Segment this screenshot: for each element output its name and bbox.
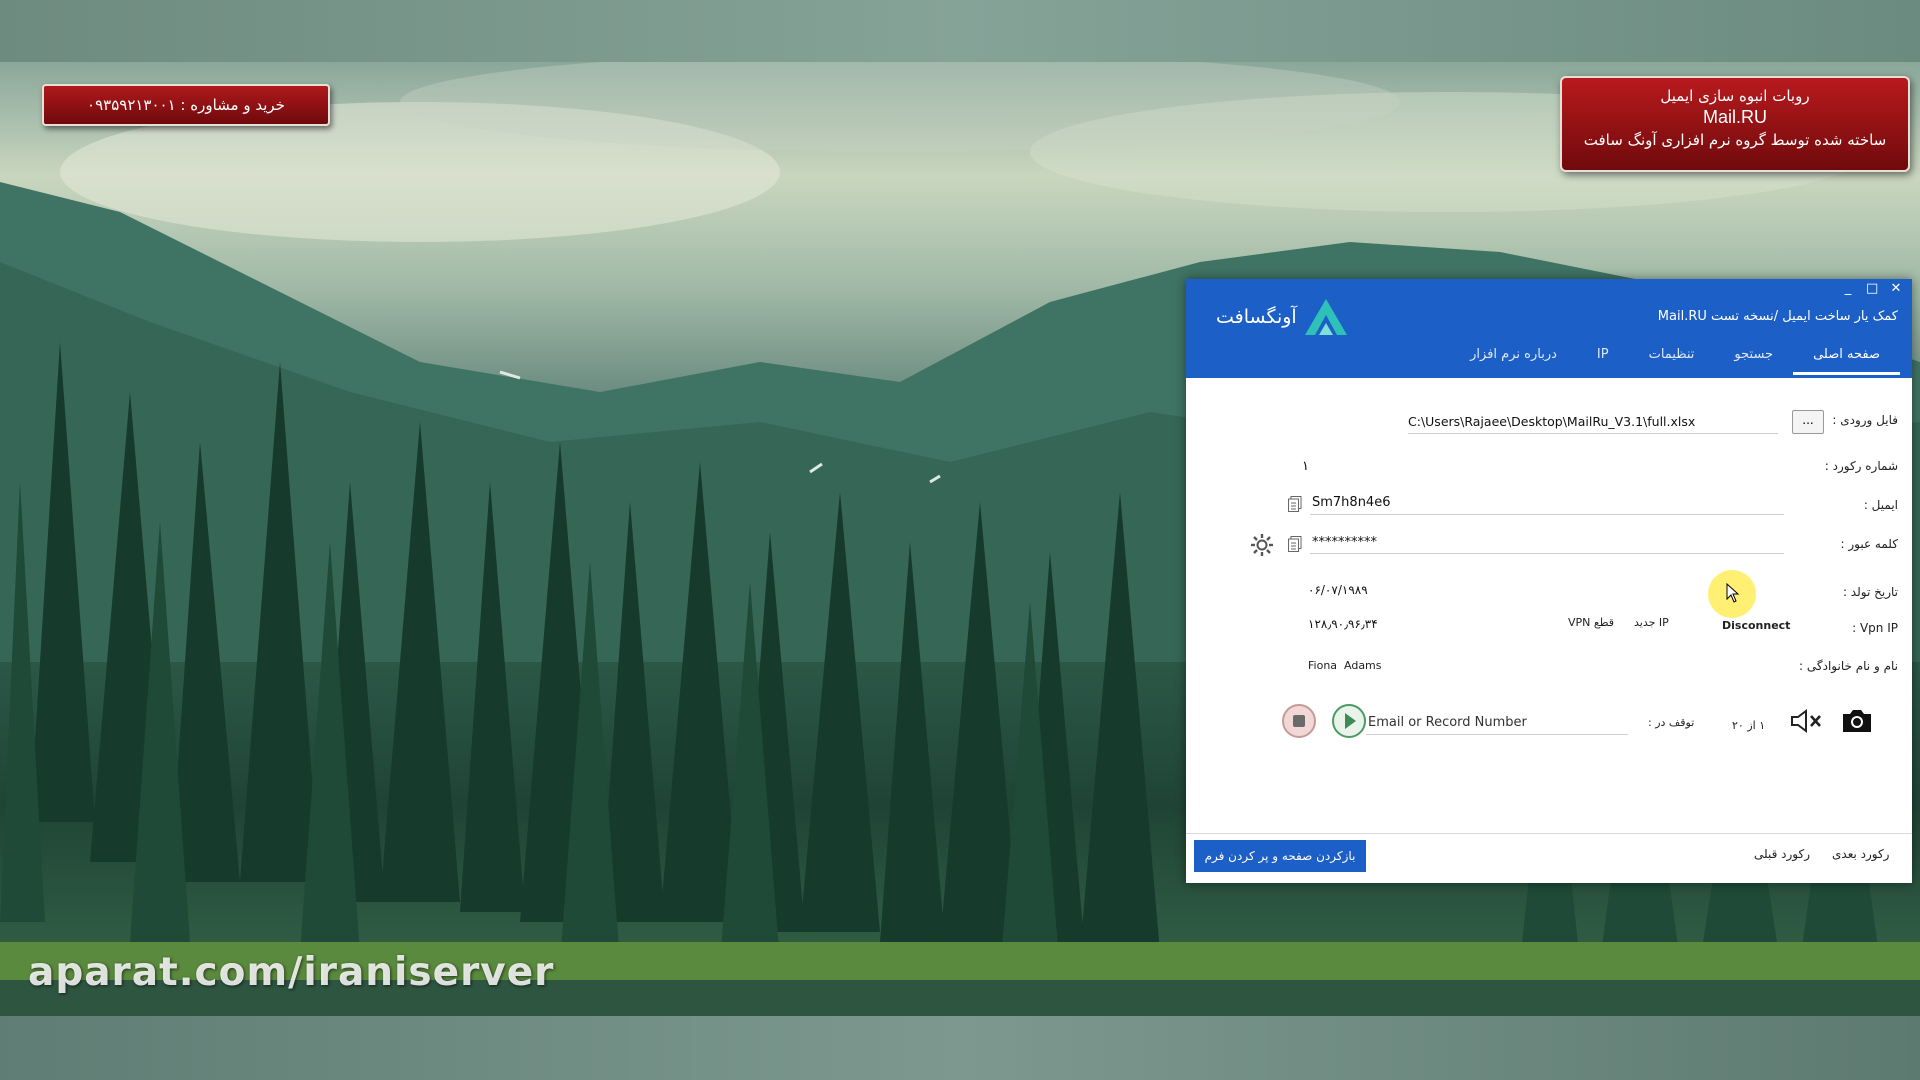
- browse-button[interactable]: ...: [1792, 410, 1824, 434]
- birth-date-value: ۰۶/۰۷/۱۹۸۹: [1308, 583, 1368, 597]
- input-file-path[interactable]: C:\Users\Rajaee\Desktop\MailRu_V3.1\full…: [1408, 414, 1695, 429]
- banner-line-3: ساخته شده توسط گروه نرم افزاری آونگ سافت: [1583, 131, 1887, 149]
- tab-settings[interactable]: تنظیمات: [1629, 341, 1715, 375]
- copy-email-icon[interactable]: [1288, 496, 1302, 512]
- app-window: _ □ ✕ آونگسافت کمک یار ساخت ایمیل /نسخه …: [1186, 279, 1912, 883]
- next-record-button[interactable]: رکورد بعدی: [1832, 847, 1889, 861]
- tab-bar: صفحه اصلی جستجو تنظیمات IP درباره نرم اف…: [1450, 341, 1900, 375]
- minimize-button[interactable]: _: [1842, 281, 1854, 296]
- full-name-label: نام و نام خانوادگی :: [1799, 659, 1898, 673]
- tab-about[interactable]: درباره نرم افزار: [1450, 341, 1577, 375]
- email-field[interactable]: Sm7h8n4e6: [1312, 495, 1390, 510]
- footer-divider: [1186, 833, 1912, 834]
- input-file-label: فایل ورودی :: [1832, 413, 1898, 427]
- new-ip-button[interactable]: IP جدید: [1634, 616, 1669, 629]
- password-label: کلمه عبور :: [1840, 537, 1898, 551]
- record-number-value: ۱: [1302, 459, 1309, 474]
- tab-ip[interactable]: IP: [1577, 341, 1629, 375]
- stop-at-underline: [1366, 734, 1628, 735]
- gear-icon[interactable]: [1250, 533, 1274, 557]
- mouse-pointer-icon: [1726, 583, 1740, 603]
- email-label: ایمیل :: [1863, 498, 1898, 512]
- play-button[interactable]: [1332, 704, 1366, 738]
- last-name-value: Adams: [1344, 659, 1382, 672]
- video-letterbox-bottom: [0, 1016, 1920, 1080]
- copy-password-icon[interactable]: [1288, 536, 1302, 552]
- purchase-contact-banner: خرید و مشاوره : ۰۹۳۵۹۲۱۳۰۰۱: [42, 84, 330, 126]
- disconnect-button[interactable]: Disconnect: [1722, 619, 1790, 632]
- logo-text: آونگسافت: [1216, 306, 1297, 328]
- app-logo: آونگسافت: [1216, 297, 1349, 337]
- vpn-cut-button[interactable]: قطع VPN: [1568, 616, 1614, 629]
- vpn-ip-value: ۱۲۸٫۹۰٫۹۶٫۳۴: [1308, 617, 1378, 631]
- first-name-value: Fiona: [1308, 659, 1338, 672]
- email-underline: [1310, 514, 1784, 515]
- window-header: _ □ ✕ آونگسافت کمک یار ساخت ایمیل /نسخه …: [1186, 279, 1912, 378]
- camera-icon[interactable]: [1840, 707, 1874, 735]
- app-title: کمک یار ساخت ایمیل /نسخه تست Mail.RU: [1657, 309, 1898, 324]
- mute-speaker-icon[interactable]: [1790, 708, 1824, 734]
- record-number-label: شماره رکورد :: [1824, 459, 1898, 473]
- previous-record-button[interactable]: رکورد قبلی: [1754, 847, 1810, 861]
- stop-at-label: توقف در :: [1648, 716, 1695, 729]
- window-controls: _ □ ✕: [1842, 281, 1902, 296]
- video-letterbox-top: [0, 0, 1920, 62]
- banner-line-2: Mail.RU: [1702, 107, 1767, 127]
- record-counter: ۱ از ۲۰: [1732, 719, 1766, 732]
- password-underline: [1310, 553, 1784, 554]
- reset-and-fill-button[interactable]: بازکردن صفحه و پر کردن فرم: [1194, 840, 1366, 872]
- stop-button[interactable]: [1282, 704, 1316, 738]
- vpn-ip-label: Vpn IP :: [1852, 621, 1898, 635]
- tab-home[interactable]: صفحه اصلی: [1793, 341, 1900, 375]
- product-info-banner: روبات انبوه سازی ایمیل Mail.RU ساخته شده…: [1560, 76, 1910, 172]
- birth-date-label: تاریخ تولد :: [1842, 585, 1898, 599]
- aparat-watermark: aparat.com/iraniserver: [28, 950, 555, 995]
- stop-at-input[interactable]: Email or Record Number: [1368, 715, 1527, 730]
- tab-search[interactable]: جستجو: [1714, 341, 1793, 375]
- close-button[interactable]: ✕: [1890, 281, 1902, 296]
- banner-line-1: روبات انبوه سازی ایمیل: [1660, 87, 1810, 105]
- input-file-underline: [1408, 433, 1778, 434]
- mountain-logo-icon: [1304, 299, 1347, 335]
- password-field[interactable]: **********: [1312, 535, 1377, 550]
- maximize-button[interactable]: □: [1866, 281, 1878, 296]
